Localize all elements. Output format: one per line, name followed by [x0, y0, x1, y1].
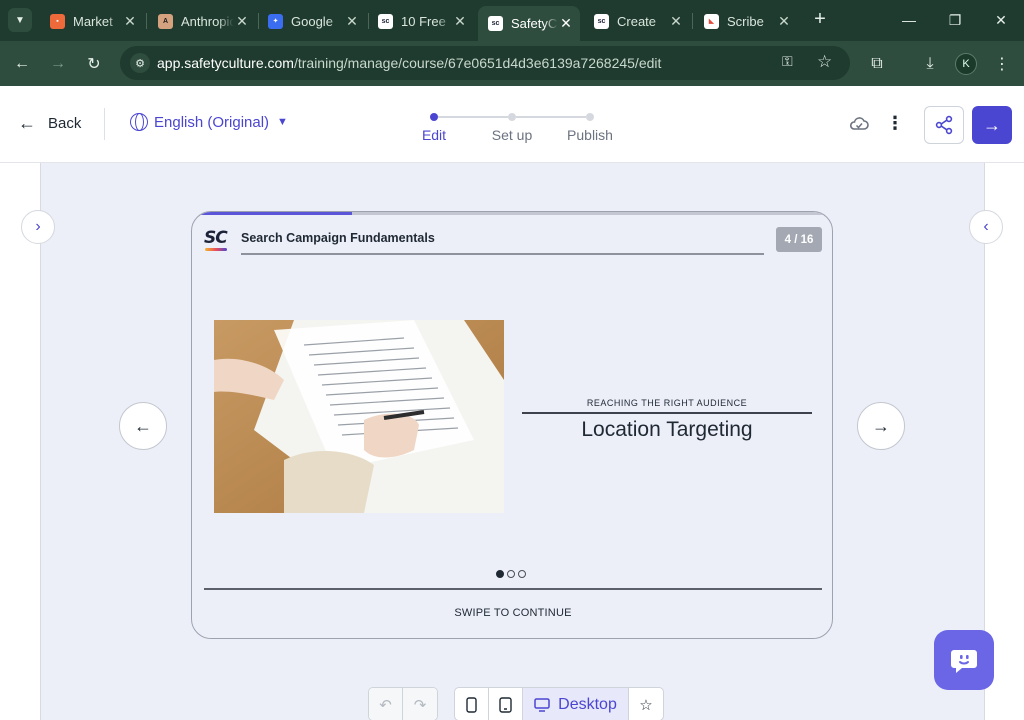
- download-icon[interactable]: ⤓: [917, 51, 943, 77]
- swipe-hint: SWIPE TO CONTINUE: [454, 607, 572, 619]
- mobile-preview-icon[interactable]: [455, 688, 489, 720]
- page-indicator: 4 / 16: [776, 227, 822, 252]
- close-tab-icon[interactable]: ✕: [234, 13, 250, 30]
- close-tab-icon[interactable]: ✕: [776, 13, 792, 30]
- url-text[interactable]: app.safetyculture.com/training/manage/co…: [157, 55, 661, 71]
- device-toolbar: ↶ ↷ Desktop ☆: [368, 687, 664, 720]
- course-progress-fill: [192, 212, 352, 215]
- slide-image[interactable]: [214, 320, 504, 513]
- favorite-star-icon[interactable]: ☆: [629, 688, 663, 720]
- more-options-icon[interactable]: ⋮: [884, 112, 906, 136]
- editor-header: ← Back English (Original) ▼ Edit Set up …: [0, 86, 1024, 163]
- browser-tab[interactable]: A Anthropic ✕: [148, 8, 256, 34]
- reload-icon[interactable]: ↻: [81, 51, 107, 77]
- browser-tab[interactable]: ✦ Google ✕: [258, 8, 366, 34]
- slide-card: SC Search Campaign Fundamentals 4 / 16 R…: [191, 211, 833, 639]
- step-connector: [516, 116, 586, 118]
- undo-icon[interactable]: ↶: [369, 688, 403, 720]
- heading-divider: [522, 412, 812, 414]
- step-setup[interactable]: Set up: [492, 127, 532, 143]
- editor-canvas: › ‹ ← → SC Search Campaign Fundamentals …: [0, 163, 1024, 720]
- monitor-icon: [534, 698, 550, 712]
- browser-tab[interactable]: sc Create ✕: [584, 8, 690, 34]
- slide-heading[interactable]: Location Targeting: [522, 418, 812, 442]
- close-tab-icon[interactable]: ✕: [344, 13, 360, 30]
- step-connector: [438, 116, 508, 118]
- browser-tab[interactable]: ▪ Market ✕: [40, 8, 144, 34]
- step-edit[interactable]: Edit: [422, 127, 446, 143]
- share-icon: [935, 115, 953, 135]
- pager-dot[interactable]: [496, 570, 504, 578]
- back-nav-icon[interactable]: ←: [9, 51, 35, 77]
- chat-assistant-button[interactable]: [934, 630, 994, 690]
- slide-eyebrow[interactable]: REACHING THE RIGHT AUDIENCE: [522, 398, 812, 408]
- footer-divider: [204, 588, 822, 590]
- next-step-button[interactable]: →: [972, 106, 1012, 144]
- site-info-icon[interactable]: ⚙: [130, 53, 150, 73]
- browser-menu-icon[interactable]: ⋮: [989, 51, 1015, 77]
- forward-nav-icon[interactable]: →: [45, 51, 71, 77]
- tab-separator: [146, 13, 147, 29]
- title-underline: [241, 253, 764, 255]
- browser-tab[interactable]: ◣ Scribe ✕: [694, 8, 798, 34]
- step-dot-publish: [586, 113, 594, 121]
- slide-pager: [496, 570, 526, 578]
- safetyculture-icon: sc: [488, 16, 503, 31]
- desktop-label: Desktop: [558, 696, 617, 713]
- redo-icon[interactable]: ↷: [403, 688, 437, 720]
- step-dot-setup: [508, 113, 516, 121]
- safetyculture-icon: sc: [594, 13, 609, 29]
- tablet-preview-icon[interactable]: [489, 688, 523, 720]
- next-slide-button[interactable]: →: [857, 402, 905, 450]
- course-progress-track: [192, 212, 832, 215]
- history-group: ↶ ↷: [368, 687, 438, 720]
- extensions-icon[interactable]: ⧉: [864, 51, 890, 77]
- restore-button[interactable]: ❐: [932, 8, 978, 32]
- new-tab-button[interactable]: +: [810, 8, 830, 32]
- close-tab-icon[interactable]: ✕: [668, 13, 684, 30]
- browser-toolbar: ← → ↻ ⚙ app.safetyculture.com/training/m…: [0, 41, 1024, 86]
- profile-avatar[interactable]: K: [955, 53, 977, 75]
- tab-separator: [692, 13, 693, 29]
- chat-bot-icon: [951, 650, 977, 673]
- stepper: Edit Set up Publish: [0, 86, 1024, 163]
- bookmark-star-icon[interactable]: ☆: [817, 52, 832, 72]
- grid-icon: ▪: [50, 13, 65, 29]
- close-tab-icon[interactable]: ✕: [452, 13, 468, 30]
- password-key-icon[interactable]: ⚿: [782, 53, 793, 70]
- course-title: Search Campaign Fundamentals: [241, 231, 435, 245]
- cloud-saved-icon: [848, 113, 870, 135]
- share-button[interactable]: [924, 106, 964, 144]
- step-publish[interactable]: Publish: [567, 127, 613, 143]
- step-dot-edit: [430, 113, 438, 121]
- address-bar[interactable]: ⚙ app.safetyculture.com/training/manage/…: [120, 46, 850, 80]
- desktop-preview-button[interactable]: Desktop: [523, 688, 629, 720]
- butterfly-icon: ✦: [268, 13, 283, 29]
- previous-slide-button[interactable]: ←: [119, 402, 167, 450]
- right-panel-toggle[interactable]: ‹: [969, 210, 1003, 244]
- close-window-button[interactable]: ✕: [978, 8, 1024, 32]
- anthropic-icon: A: [158, 13, 173, 29]
- browser-tab[interactable]: sc 10 Free ✕: [368, 8, 474, 34]
- pager-dot[interactable]: [507, 570, 515, 578]
- pager-dot[interactable]: [518, 570, 526, 578]
- safetyculture-icon: sc: [378, 13, 393, 29]
- minimize-button[interactable]: —: [886, 8, 932, 32]
- browser-tab-strip: ▼ ▪ Market ✕ A Anthropic ✕ ✦ Google ✕ sc…: [0, 0, 1024, 41]
- browser-tab-active[interactable]: sc SafetyCulture ✕: [478, 6, 580, 41]
- tab-search-button[interactable]: ▼: [8, 8, 32, 32]
- left-panel-toggle[interactable]: ›: [21, 210, 55, 244]
- scribe-icon: ◣: [704, 13, 719, 29]
- close-tab-icon[interactable]: ✕: [558, 15, 574, 32]
- safetyculture-logo: SC: [204, 228, 228, 251]
- close-tab-icon[interactable]: ✕: [122, 13, 138, 30]
- device-preview-group: Desktop ☆: [454, 687, 664, 720]
